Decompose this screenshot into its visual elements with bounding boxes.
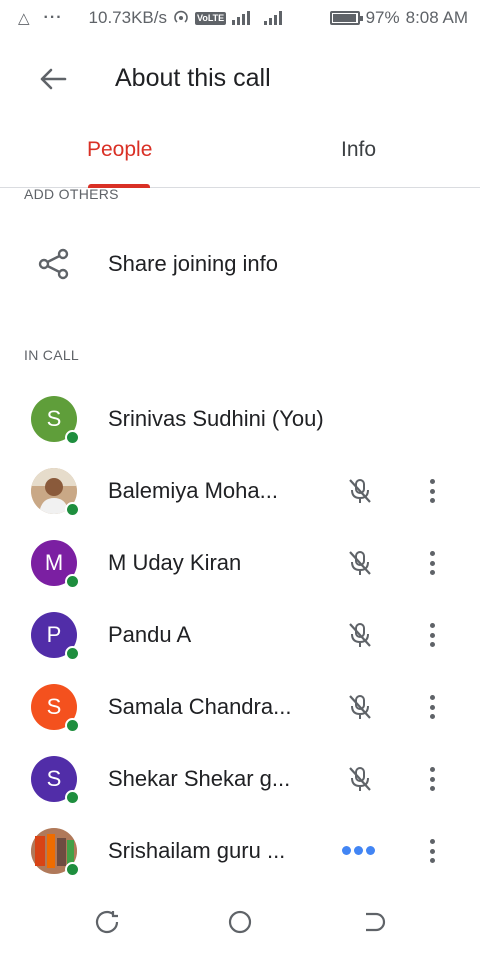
lte-signal-icon [232,11,251,25]
participant-name: Balemiya Moha... [108,478,278,503]
status-time: 8:08 AM [405,8,468,27]
participant-row[interactable]: M M Uday Kiran [0,528,480,600]
participant-row[interactable]: P Pandu A [0,600,480,672]
online-status-icon [65,790,80,805]
online-status-icon [65,574,80,589]
mic-off-icon[interactable] [345,548,375,578]
participant-row[interactable]: S Samala Chandra... [0,672,480,744]
participant-name: M Uday Kiran [108,550,242,575]
status-right: 97% 8:08 AM [329,8,468,28]
in-call-heading: IN CALL [24,347,80,363]
online-status-icon [65,430,80,445]
participant-row[interactable]: S Shekar Shekar g... [0,744,480,816]
speaking-indicator-icon [342,846,375,855]
more-options-icon[interactable] [420,620,444,650]
more-options-icon[interactable] [420,476,444,506]
more-options-icon[interactable] [420,692,444,722]
avatar: S [31,756,80,805]
tab-bar: People Info [0,126,480,188]
avatar [31,468,80,517]
mic-off-icon[interactable] [345,692,375,722]
avatar-initial: S [46,406,62,431]
share-joining-info-button[interactable]: Share joining info [0,226,480,302]
participant-name: Shekar Shekar g... [108,766,291,791]
recent-apps-icon[interactable] [93,908,121,936]
share-joining-info-label: Share joining info [108,251,279,276]
add-others-heading: ADD OTHERS [24,186,119,202]
network-speed-text: 10.73KB/s [88,8,167,27]
battery-fill [332,14,356,22]
avatar-initial: M [44,550,64,575]
mic-off-icon[interactable] [345,476,375,506]
avatar: M [31,540,80,589]
participant-name: Srishailam guru ... [108,838,286,863]
arrow-back-icon [40,68,67,90]
signal-icon [264,11,283,25]
avatar: S [31,684,80,733]
more-options-icon[interactable] [420,548,444,578]
status-bar: △ ··· 10.73KB/s VoLTE 97% 8:08 AM [0,0,480,36]
online-status-icon [65,718,80,733]
more-options-icon[interactable] [420,836,444,866]
more-options-icon[interactable] [420,764,444,794]
hotspot-icon [174,10,188,23]
online-status-icon [65,862,80,877]
tab-info[interactable]: Info [341,138,376,162]
participant-name: Samala Chandra... [108,694,292,719]
avatar: S [31,396,80,445]
nav-back-icon[interactable] [360,908,388,936]
battery-icon [329,11,363,25]
mic-off-icon[interactable] [345,764,375,794]
home-icon[interactable] [226,908,254,936]
participant-name: Pandu A [108,622,192,647]
avatar [31,828,80,877]
page-title: About this call [115,64,271,92]
back-button[interactable] [36,64,70,94]
participant-row[interactable]: Balemiya Moha... [0,456,480,528]
app-bar: About this call [0,50,480,110]
participant-name: Srinivas Sudhini (You) [108,406,324,431]
battery-percent: 97% [365,8,400,27]
mic-off-icon[interactable] [345,620,375,650]
warning-icon: △ [18,10,30,27]
participant-row[interactable]: Srishailam guru ... [0,816,480,888]
volte-badge: VoLTE [194,11,227,25]
tab-people[interactable]: People [87,138,152,162]
more-notifications-icon: ··· [43,9,63,26]
avatar-initial: P [46,622,62,647]
system-nav-bar [0,888,480,960]
online-status-icon [65,646,80,661]
online-status-icon [65,502,80,517]
avatar-initial: S [46,694,62,719]
avatar-initial: S [46,766,62,791]
share-icon [38,248,69,280]
avatar: P [31,612,80,661]
status-notifications: △ ··· [18,9,63,27]
network-speed: 10.73KB/s VoLTE [89,8,283,28]
participant-row[interactable]: S Srinivas Sudhini (You) [0,384,480,456]
